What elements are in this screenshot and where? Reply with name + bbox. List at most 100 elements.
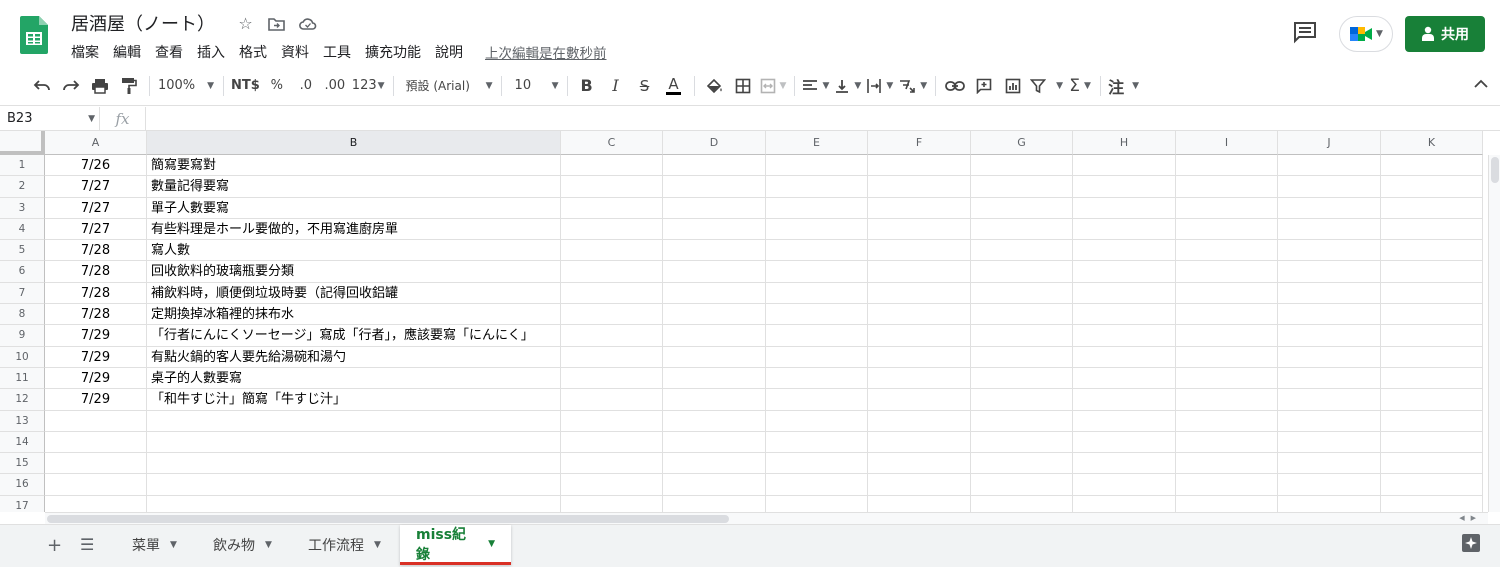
- cell-empty[interactable]: [1073, 367, 1176, 390]
- cell-empty[interactable]: [1073, 431, 1176, 454]
- cell-empty[interactable]: [1381, 346, 1483, 368]
- menu-view[interactable]: 查看: [155, 42, 183, 62]
- cell-empty[interactable]: [868, 410, 971, 432]
- cell-empty[interactable]: [1278, 431, 1381, 454]
- cell-empty[interactable]: [1381, 240, 1483, 262]
- row-header[interactable]: 13: [0, 410, 45, 432]
- row-header[interactable]: 10: [0, 346, 45, 368]
- row-header[interactable]: 12: [0, 389, 45, 411]
- cell-empty[interactable]: [868, 474, 971, 496]
- cell-empty[interactable]: [971, 453, 1073, 475]
- cell-empty[interactable]: [561, 282, 663, 305]
- column-header-k[interactable]: K: [1381, 131, 1483, 155]
- cell-empty[interactable]: [766, 261, 868, 283]
- last-edit-link[interactable]: 上次編輯是在數秒前: [485, 42, 607, 62]
- filter-icon[interactable]: ▼: [1030, 72, 1063, 100]
- cell-empty[interactable]: [1073, 346, 1176, 368]
- cell-empty[interactable]: [663, 155, 766, 177]
- text-wrap-icon[interactable]: ▼: [866, 72, 893, 100]
- row-header[interactable]: 5: [0, 240, 45, 262]
- cell-note[interactable]: 補飲料時，順便倒垃圾時要（記得回收鋁罐: [147, 282, 561, 305]
- cell-empty[interactable]: [1073, 176, 1176, 198]
- cell-empty[interactable]: [766, 325, 868, 347]
- cell-empty[interactable]: [663, 346, 766, 368]
- cell-empty[interactable]: [868, 495, 971, 512]
- align-icon[interactable]: ▼: [802, 72, 829, 100]
- cell-empty[interactable]: [561, 367, 663, 390]
- horizontal-scrollbar[interactable]: ◀▶: [45, 512, 1488, 524]
- cell-empty[interactable]: [1176, 410, 1278, 432]
- cell-note[interactable]: 單子人數要寫: [147, 197, 561, 219]
- cell-empty[interactable]: [1381, 197, 1483, 219]
- cell-note[interactable]: 寫人數: [147, 240, 561, 262]
- cell-empty[interactable]: [663, 453, 766, 475]
- cell-empty[interactable]: [1073, 474, 1176, 496]
- cell-date[interactable]: 7/29: [45, 389, 147, 411]
- row-header[interactable]: 2: [0, 176, 45, 198]
- bold-button[interactable]: B: [575, 72, 599, 100]
- cell-empty[interactable]: [663, 495, 766, 512]
- cell-date[interactable]: 7/28: [45, 261, 147, 283]
- cell-empty[interactable]: [663, 325, 766, 347]
- cell-date[interactable]: 7/27: [45, 197, 147, 219]
- merge-cells-icon[interactable]: ▼: [760, 72, 786, 100]
- cell-empty[interactable]: [766, 453, 868, 475]
- cell-empty[interactable]: [1278, 346, 1381, 368]
- chart-icon[interactable]: [1001, 72, 1025, 100]
- cell-empty[interactable]: [561, 197, 663, 219]
- cell-note[interactable]: 數量記得要寫: [147, 176, 561, 198]
- menu-help[interactable]: 說明: [435, 42, 463, 62]
- cell-empty[interactable]: [561, 176, 663, 198]
- cell-empty[interactable]: [1381, 261, 1483, 283]
- cell-empty[interactable]: [971, 495, 1073, 512]
- cell-empty[interactable]: [766, 410, 868, 432]
- vertical-scroll-thumb[interactable]: [1491, 157, 1499, 183]
- cell-empty[interactable]: [663, 261, 766, 283]
- cell-empty[interactable]: [1278, 218, 1381, 241]
- text-color-button[interactable]: A: [662, 72, 686, 100]
- cell-empty[interactable]: [1278, 197, 1381, 219]
- explore-icon[interactable]: [1461, 533, 1481, 553]
- move-to-folder-icon[interactable]: [267, 14, 286, 33]
- cell-date[interactable]: 7/29: [45, 367, 147, 390]
- sheet-tab[interactable]: 工作流程 ▼: [292, 525, 397, 565]
- all-sheets-icon[interactable]: ☰: [80, 535, 94, 554]
- cell-empty[interactable]: [1381, 282, 1483, 305]
- cell-empty[interactable]: [663, 474, 766, 496]
- cell-empty[interactable]: [971, 367, 1073, 390]
- row-header[interactable]: 17: [0, 495, 45, 512]
- zoom-select[interactable]: 100% ▼: [157, 72, 215, 100]
- sheet-tab[interactable]: 飲み物 ▼: [197, 525, 288, 565]
- font-size-select[interactable]: 10 ▼: [509, 72, 559, 100]
- cell-note[interactable]: 有點火鍋的客人要先給湯碗和湯勺: [147, 346, 561, 368]
- undo-icon[interactable]: [30, 72, 54, 100]
- cell-empty[interactable]: [1381, 495, 1483, 512]
- cell-empty[interactable]: [1073, 453, 1176, 475]
- cell-empty[interactable]: [868, 325, 971, 347]
- cell-note[interactable]: 「和牛すじ汁」簡寫「牛すじ汁」: [147, 389, 561, 411]
- cell-note[interactable]: 桌子的人數要寫: [147, 367, 561, 390]
- row-header[interactable]: 1: [0, 155, 45, 177]
- cell-date[interactable]: 7/27: [45, 176, 147, 198]
- cell-empty[interactable]: [561, 261, 663, 283]
- column-header-e[interactable]: E: [766, 131, 868, 155]
- cell-empty[interactable]: [868, 261, 971, 283]
- row-header[interactable]: 15: [0, 453, 45, 475]
- cell-empty[interactable]: [1278, 367, 1381, 390]
- cell-empty[interactable]: [1278, 240, 1381, 262]
- fill-color-icon[interactable]: [702, 72, 726, 100]
- cell-note[interactable]: [147, 410, 561, 432]
- cell-empty[interactable]: [1073, 197, 1176, 219]
- print-icon[interactable]: [88, 72, 112, 100]
- cell-note[interactable]: 有些料理是ホール要做的，不用寫進廚房單: [147, 218, 561, 241]
- cell-note[interactable]: [147, 431, 561, 454]
- cell-empty[interactable]: [971, 240, 1073, 262]
- cell-empty[interactable]: [1073, 155, 1176, 177]
- cloud-status-icon[interactable]: [298, 14, 317, 33]
- cell-empty[interactable]: [766, 346, 868, 368]
- row-header[interactable]: 6: [0, 261, 45, 283]
- cell-empty[interactable]: [1278, 410, 1381, 432]
- text-rotate-icon[interactable]: ▼: [898, 72, 927, 100]
- cell-empty[interactable]: [1278, 304, 1381, 326]
- input-tools-button[interactable]: 注 ▼: [1108, 72, 1139, 100]
